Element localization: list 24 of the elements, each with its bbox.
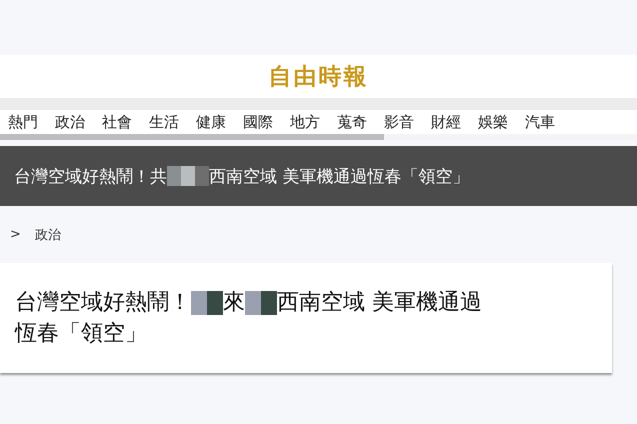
nav-link[interactable]: 國際 [243,112,273,132]
article-headline: 恆春「領空」 [15,320,147,348]
scrollbar-thumb[interactable] [0,134,384,140]
banner-text: 台灣空域好熱鬧！共 [14,166,167,188]
breadcrumb-separator: > [10,227,21,242]
article-headline: 台灣空域好熱鬧！ [15,289,191,317]
blur-patch [167,166,209,186]
nav-link[interactable]: 熱門 [8,112,38,132]
article-headline: 來 [223,289,245,317]
nav-link[interactable]: 社會 [102,112,132,132]
nav-link[interactable]: 地方 [290,112,320,132]
nav-link[interactable]: 健康 [196,112,226,132]
nav-link[interactable]: 財經 [431,112,461,132]
blur-patch [245,290,277,314]
nav-link[interactable]: 生活 [149,112,179,132]
nav-link[interactable]: 政治 [55,112,85,132]
blur-patch [191,290,223,314]
nav-link[interactable]: 娛樂 [478,112,508,132]
nav-link[interactable]: 蒐奇 [337,112,367,132]
banner-text: 西南空域 美軍機通過恆春「領空」 [209,166,470,188]
breadcrumb-link[interactable]: 政治 [34,226,61,244]
nav-link[interactable]: 汽車 [525,112,555,132]
article-headline: 西南空域 美軍機通過 [277,289,482,317]
nav-link[interactable]: 影音 [384,112,414,132]
